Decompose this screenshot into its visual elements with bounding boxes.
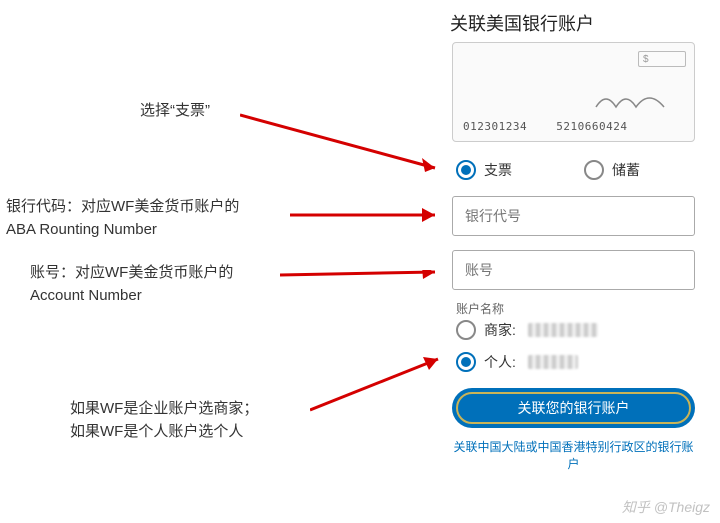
page-title: 关联美国银行账户: [450, 10, 594, 36]
radio-savings-label: 储蓄: [612, 160, 640, 180]
radio-savings[interactable]: [584, 160, 604, 180]
arrow-2: [290, 205, 450, 225]
arrow-1: [240, 110, 450, 180]
link-account-button[interactable]: 关联您的银行账户: [452, 388, 695, 428]
link-china-account-link[interactable]: 关联中国大陆或中国香港特别行政区的银行账户: [452, 438, 695, 472]
annotation-bank-code-l2: ABA Rounting Number: [6, 221, 157, 238]
account-name-label: 账户名称: [456, 300, 504, 317]
annotation-account-name-l1: 如果WF是企业账户选商家；: [70, 400, 258, 417]
annotation-bank-code: 银行代码：对应WF美金货币账户的 ABA Rounting Number: [6, 196, 239, 241]
watermark: 知乎 @Theigz: [622, 497, 710, 517]
radio-merchant-row[interactable]: 商家:: [456, 320, 598, 340]
annotation-account-number-l1: 账号：对应WF美金货币账户的: [30, 264, 233, 281]
check-illustration: $ 012301234 5210660424: [452, 42, 695, 142]
radio-personal-label: 个人:: [484, 352, 516, 372]
dollar-sign: $: [643, 54, 649, 65]
check-amount-box: $: [638, 51, 686, 67]
check-numbers: 012301234 5210660424: [463, 120, 627, 133]
annotation-account-number-l2: Account Number: [30, 287, 142, 304]
arrow-3: [280, 270, 450, 280]
bank-code-input[interactable]: [452, 196, 695, 236]
routing-number: 012301234: [463, 120, 527, 133]
radio-checking-label: 支票: [484, 160, 512, 180]
signature-scribble: [594, 89, 684, 111]
annotation-bank-code-l1: 银行代码：对应WF美金货币账户的: [6, 198, 239, 215]
annotation-account-name: 如果WF是企业账户选商家； 如果WF是个人账户选个人: [70, 398, 258, 443]
merchant-name-blurred: [528, 323, 598, 337]
radio-personal[interactable]: [456, 352, 476, 372]
radio-checking-group[interactable]: 支票: [456, 160, 512, 180]
account-type-row: 支票 储蓄: [456, 160, 696, 180]
account-number-input[interactable]: [452, 250, 695, 290]
radio-personal-row[interactable]: 个人:: [456, 352, 578, 372]
radio-savings-group[interactable]: 储蓄: [584, 160, 640, 180]
annotation-account-name-l2: 如果WF是个人账户选个人: [70, 423, 243, 440]
radio-checking[interactable]: [456, 160, 476, 180]
account-number-sample: 5210660424: [556, 120, 627, 133]
radio-merchant[interactable]: [456, 320, 476, 340]
personal-name-blurred: [528, 355, 578, 369]
annotation-select-checking: 选择“支票”: [140, 100, 210, 123]
arrow-4: [310, 355, 450, 415]
radio-merchant-label: 商家:: [484, 320, 516, 340]
annotation-account-number: 账号：对应WF美金货币账户的 Account Number: [30, 262, 233, 307]
